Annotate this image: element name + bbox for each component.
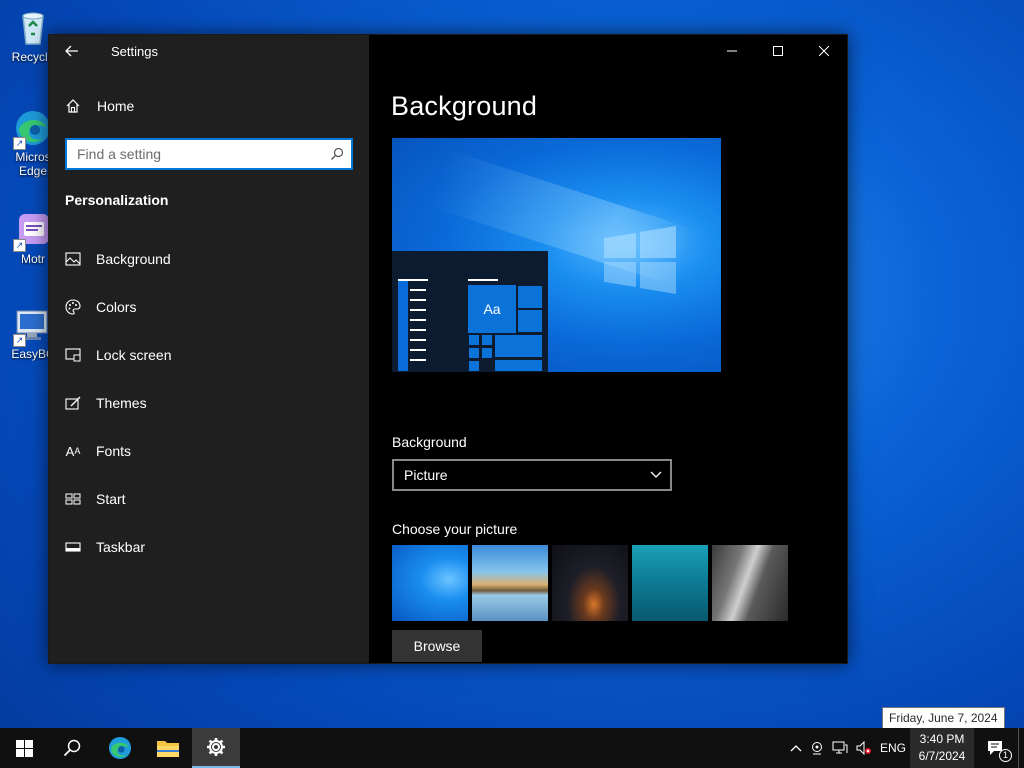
show-desktop-button[interactable] <box>1018 728 1024 768</box>
nav-item-taskbar[interactable]: Taskbar <box>49 523 369 571</box>
search-icon[interactable] <box>323 147 351 161</box>
palette-icon <box>65 299 81 315</box>
notification-count: 1 <box>999 749 1012 762</box>
system-tray: ENG 3:40 PM 6/7/2024 1 <box>786 728 1024 768</box>
picture-icon <box>65 251 81 267</box>
app-icon: ↗ <box>13 210 53 252</box>
start-icon <box>65 491 81 507</box>
clock-time: 3:40 PM <box>919 732 965 746</box>
back-arrow-icon <box>65 45 78 57</box>
home-nav-item[interactable]: Home <box>49 91 369 121</box>
settings-sidebar: Settings Home Personalization Background… <box>49 35 369 663</box>
nav-label: Fonts <box>96 443 132 459</box>
nav-item-themes[interactable]: Themes <box>49 379 369 427</box>
picture-thumbnail-underwater[interactable] <box>632 545 708 621</box>
back-button[interactable] <box>49 35 95 67</box>
volume-tray-button[interactable] <box>852 728 876 768</box>
clock-date: 6/7/2024 <box>918 749 966 763</box>
picture-thumbnail-windows[interactable] <box>392 545 468 621</box>
nav-label: Start <box>96 491 126 507</box>
start-button[interactable] <box>0 728 48 768</box>
recycle-bin-icon <box>13 8 53 48</box>
nav-item-lock-screen[interactable]: Lock screen <box>49 331 369 379</box>
windows-start-icon <box>15 739 33 757</box>
lock-screen-icon <box>65 347 81 363</box>
home-label: Home <box>97 98 135 114</box>
title-bar: Settings <box>49 35 369 67</box>
network-tray-button[interactable] <box>828 728 852 768</box>
choose-picture-label: Choose your picture <box>392 521 518 537</box>
browse-button[interactable]: Browse <box>392 630 482 662</box>
edge-icon: ↗ <box>13 108 53 150</box>
camera-icon <box>811 742 822 755</box>
edge-taskbar-button[interactable] <box>96 728 144 768</box>
settings-taskbar-button[interactable] <box>192 728 240 768</box>
background-type-dropdown[interactable]: Picture <box>392 459 672 491</box>
dropdown-value: Picture <box>404 467 448 483</box>
picture-thumbnails <box>392 545 788 621</box>
picture-thumbnail-rock[interactable] <box>712 545 788 621</box>
nav-item-colors[interactable]: Colors <box>49 283 369 331</box>
easybcd-icon: ↗ <box>13 305 53 347</box>
file-explorer-button[interactable] <box>144 728 192 768</box>
background-preview: Aa <box>392 138 721 372</box>
page-title: Background <box>391 91 538 121</box>
nav-item-fonts[interactable]: AA Fonts <box>49 427 369 475</box>
show-hidden-icons-button[interactable] <box>786 728 806 768</box>
webcam-tray-button[interactable] <box>806 728 828 768</box>
chevron-down-icon <box>650 471 662 478</box>
taskbar-icon <box>65 539 81 555</box>
nav-label: Taskbar <box>96 539 146 555</box>
window-title: Settings <box>111 43 158 59</box>
network-icon <box>832 741 848 754</box>
nav-label: Background <box>96 251 171 267</box>
fonts-icon: AA <box>65 443 81 459</box>
settings-window: Settings Home Personalization Background… <box>48 34 848 664</box>
nav-item-background[interactable]: Background <box>49 235 369 283</box>
search-icon <box>63 739 81 757</box>
volume-muted-icon <box>856 741 871 755</box>
picture-thumbnail-night-sky[interactable] <box>552 545 628 621</box>
home-icon <box>65 98 81 114</box>
themes-icon <box>65 395 81 411</box>
clock[interactable]: 3:40 PM 6/7/2024 <box>910 728 974 768</box>
nav-label: Lock screen <box>96 347 172 363</box>
section-title: Personalization <box>65 192 169 208</box>
nav-label: Colors <box>96 299 137 315</box>
background-type-label: Background <box>392 434 467 450</box>
nav-label: Themes <box>96 395 147 411</box>
search-button[interactable] <box>48 728 96 768</box>
taskbar: ENG 3:40 PM 6/7/2024 1 <box>0 728 1024 768</box>
edge-icon <box>108 736 132 760</box>
start-menu-preview: Aa <box>392 251 548 372</box>
chevron-up-icon <box>790 745 802 752</box>
date-tooltip: Friday, June 7, 2024 <box>882 707 1005 729</box>
search-input[interactable] <box>67 140 323 168</box>
windows-logo-icon <box>604 226 676 294</box>
language-indicator[interactable]: ENG <box>876 728 910 768</box>
content-pane: Background Aa Background Picture Choose … <box>369 35 849 663</box>
action-center-button[interactable]: 1 <box>974 728 1018 768</box>
gear-icon <box>207 738 225 756</box>
picture-thumbnail-beach[interactable] <box>472 545 548 621</box>
search-box <box>65 138 353 170</box>
preview-tile-text: Aa <box>468 285 516 333</box>
folder-icon <box>157 741 179 757</box>
personalization-nav: Background Colors Lock screen Themes AA … <box>49 235 369 571</box>
nav-item-start[interactable]: Start <box>49 475 369 523</box>
